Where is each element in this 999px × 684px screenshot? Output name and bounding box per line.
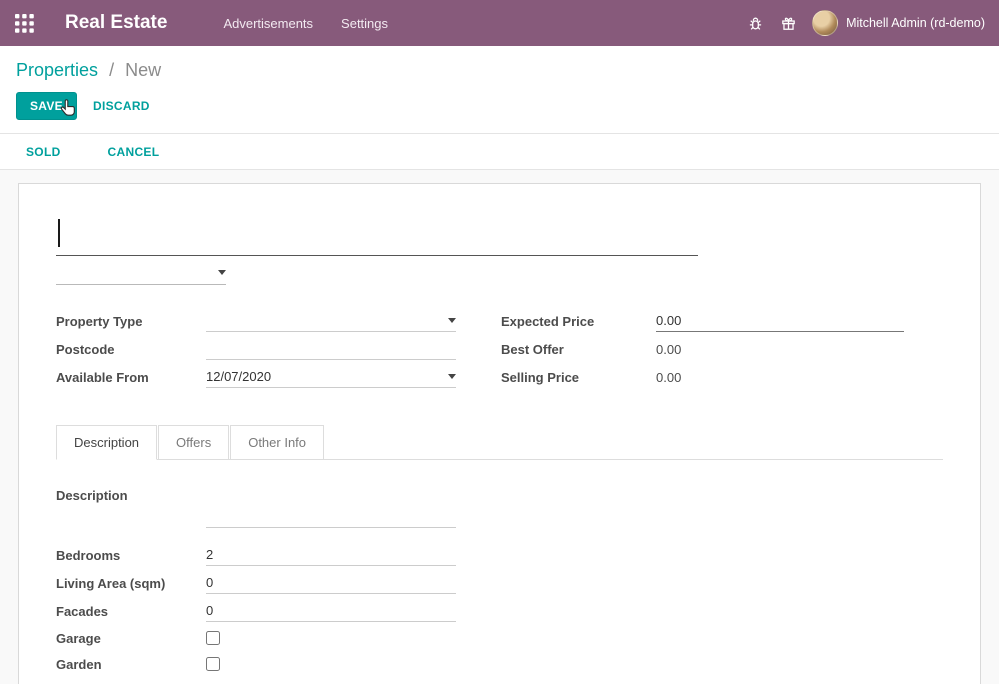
garden-label: Garden xyxy=(56,657,206,672)
menu-item-advertisements[interactable]: Advertisements xyxy=(223,16,313,31)
garden-checkbox[interactable] xyxy=(206,657,220,671)
expected-price-label: Expected Price xyxy=(501,314,656,329)
bedrooms-field[interactable] xyxy=(206,544,456,566)
form-sheet: Property Type Expected Price Postcode xyxy=(18,183,981,684)
garage-checkbox[interactable] xyxy=(206,631,220,645)
user-avatar xyxy=(812,10,838,36)
page: Real Estate Advertisements Settings xyxy=(0,0,999,684)
notebook-tabs: Description Offers Other Info xyxy=(56,425,943,460)
garage-label: Garage xyxy=(56,631,206,646)
property-type-select[interactable] xyxy=(206,310,456,332)
available-from-input[interactable] xyxy=(206,369,444,384)
property-type-input[interactable] xyxy=(206,313,444,328)
tab-other-info[interactable]: Other Info xyxy=(230,425,324,459)
expected-price-input[interactable] xyxy=(656,313,904,328)
field-bedrooms: Bedrooms xyxy=(56,541,943,569)
property-tags-input[interactable] xyxy=(56,265,214,280)
field-available-from: Available From xyxy=(56,363,456,391)
property-tags-field xyxy=(56,261,226,285)
field-facades: Facades xyxy=(56,597,943,625)
description-textarea[interactable] xyxy=(206,486,456,527)
available-from-label: Available From xyxy=(56,370,206,385)
field-property-type: Property Type xyxy=(56,307,456,335)
field-description: Description xyxy=(56,486,943,528)
field-best-offer: Best Offer 0.00 xyxy=(501,335,904,363)
field-garden-area: Garden Area (sqm) xyxy=(56,677,943,684)
postcode-input[interactable] xyxy=(206,341,456,356)
field-postcode: Postcode xyxy=(56,335,456,363)
description-field[interactable] xyxy=(206,486,456,528)
app-title[interactable]: Real Estate xyxy=(65,12,167,34)
property-title-input[interactable] xyxy=(56,212,698,255)
chevron-down-icon[interactable] xyxy=(448,318,456,323)
statusbar: SOLD CANCEL xyxy=(0,133,999,170)
postcode-label: Postcode xyxy=(56,342,206,357)
facades-input[interactable] xyxy=(206,603,456,618)
bedrooms-input[interactable] xyxy=(206,547,456,562)
field-garden: Garden xyxy=(56,651,943,677)
postcode-field[interactable] xyxy=(206,338,456,360)
tab-description[interactable]: Description xyxy=(56,425,157,460)
description-label: Description xyxy=(56,486,206,503)
user-menu[interactable]: Mitchell Admin (rd-demo) xyxy=(812,10,985,36)
discard-button[interactable]: DISCARD xyxy=(93,99,150,113)
apps-grid-icon[interactable] xyxy=(14,13,34,33)
user-name: Mitchell Admin (rd-demo) xyxy=(846,16,985,30)
field-selling-price: Selling Price 0.00 xyxy=(501,363,904,391)
content-area: Property Type Expected Price Postcode xyxy=(0,170,999,684)
field-grid: Property Type Expected Price Postcode xyxy=(56,307,943,391)
chevron-down-icon[interactable] xyxy=(218,270,226,275)
property-title-field xyxy=(56,212,698,256)
expected-price-field[interactable] xyxy=(656,310,904,332)
top-navbar: Real Estate Advertisements Settings xyxy=(0,0,999,46)
form-actions: SAVE DISCARD xyxy=(0,90,999,133)
selling-price-value: 0.00 xyxy=(656,370,681,385)
selling-price-label: Selling Price xyxy=(501,370,656,385)
text-caret xyxy=(58,219,60,247)
breadcrumb-separator: / xyxy=(109,60,114,80)
menu-item-settings[interactable]: Settings xyxy=(341,16,388,31)
breadcrumb-current: New xyxy=(125,60,161,80)
bedrooms-label: Bedrooms xyxy=(56,548,206,563)
main-menu: Advertisements Settings xyxy=(223,16,388,31)
chevron-down-icon[interactable] xyxy=(448,374,456,379)
sold-button[interactable]: SOLD xyxy=(16,145,71,159)
facades-label: Facades xyxy=(56,604,206,619)
living-area-input[interactable] xyxy=(206,575,456,590)
best-offer-value: 0.00 xyxy=(656,342,681,357)
description-tab-page: Description Bedrooms Living Area (sqm) xyxy=(56,460,943,684)
field-living-area: Living Area (sqm) xyxy=(56,569,943,597)
tab-offers[interactable]: Offers xyxy=(158,425,229,459)
navbar-right: Mitchell Admin (rd-demo) xyxy=(746,10,985,36)
bug-icon[interactable] xyxy=(746,14,764,32)
breadcrumb-properties-link[interactable]: Properties xyxy=(16,60,98,80)
living-area-label: Living Area (sqm) xyxy=(56,576,206,591)
field-expected-price: Expected Price xyxy=(501,307,904,335)
garden-area-field[interactable] xyxy=(206,680,456,684)
save-button[interactable]: SAVE xyxy=(16,92,77,120)
gift-icon[interactable] xyxy=(779,14,797,32)
facades-field[interactable] xyxy=(206,600,456,622)
cancel-button[interactable]: CANCEL xyxy=(98,145,170,159)
available-from-datepicker[interactable] xyxy=(206,366,456,388)
breadcrumb: Properties / New xyxy=(0,46,999,90)
best-offer-label: Best Offer xyxy=(501,342,656,357)
field-garage: Garage xyxy=(56,625,943,651)
living-area-field[interactable] xyxy=(206,572,456,594)
property-type-label: Property Type xyxy=(56,314,206,329)
